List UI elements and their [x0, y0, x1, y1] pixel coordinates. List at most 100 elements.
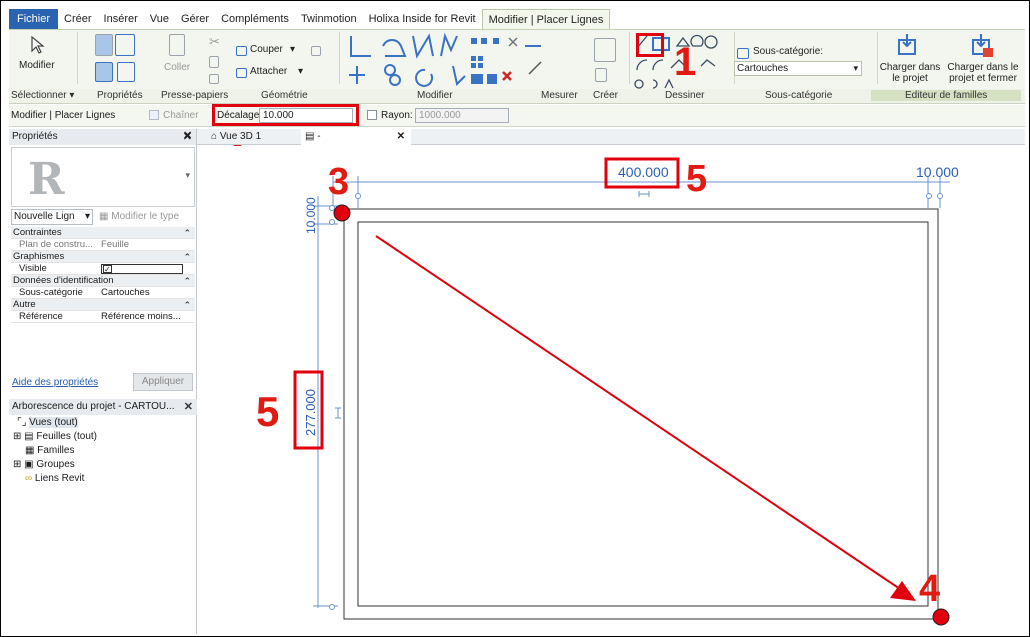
- dim-text-top-right[interactable]: 10.000: [916, 164, 959, 180]
- chevron-down-icon[interactable]: ▾: [185, 170, 190, 181]
- collapse-icon: ⌃: [183, 276, 191, 286]
- panel-geometry: Géométrie: [261, 90, 308, 101]
- tree-item-groups[interactable]: ⊞ ▣ Groupes: [13, 459, 75, 470]
- panel-properties: Propriétés: [97, 90, 143, 101]
- tab-complements[interactable]: Compléments: [215, 9, 295, 29]
- tab-vue[interactable]: Vue: [144, 9, 175, 29]
- annotation-1: 1: [674, 40, 697, 84]
- visible-field[interactable]: ✓: [101, 264, 183, 274]
- subcategory-value: Cartouches: [737, 63, 789, 74]
- load-into-project-close-button[interactable]: Charger dans le projet et fermer: [943, 32, 1023, 88]
- panel-select[interactable]: Sélectionner ▾: [11, 90, 74, 101]
- family-types-icon[interactable]: [95, 62, 113, 82]
- visible-checkbox[interactable]: ✓: [103, 265, 112, 274]
- annotation-4: 4: [919, 568, 940, 610]
- type-properties-icon[interactable]: [115, 34, 135, 56]
- reference-plane-icon[interactable]: [594, 38, 616, 62]
- groups-icon: ▣: [24, 459, 37, 470]
- load-into-project-button[interactable]: Charger dans le projet: [879, 32, 941, 88]
- dim-text-top[interactable]: 400.000: [618, 164, 669, 180]
- cursor-arrow-icon: [31, 36, 45, 54]
- subcategory-dropdown[interactable]: Cartouches ▾: [734, 61, 862, 76]
- subcategory-label-row: Sous-catégorie:: [737, 46, 857, 60]
- dim-text-left[interactable]: 277.000: [303, 389, 318, 436]
- annotation-3: 3: [328, 161, 349, 203]
- properties-title: Propriétés: [12, 131, 58, 142]
- start-point-marker: [333, 204, 351, 222]
- chevron-down-icon: ▾: [84, 211, 90, 222]
- apply-button[interactable]: Appliquer: [133, 373, 193, 391]
- panel-draw: Dessiner: [665, 90, 705, 101]
- close-icon[interactable]: ✕: [183, 129, 192, 142]
- properties-help-link[interactable]: Aide des propriétés: [12, 377, 98, 388]
- panel-modify: Modifier: [417, 90, 453, 101]
- join-button[interactable]: Attacher ▾: [236, 66, 336, 80]
- properties-panel: Propriétés ✕ R ▾ Nouvelle Lign ▾ ▦ Modifi…: [9, 129, 197, 634]
- options-bar: Modifier | Placer Lignes Chaîner Décalag…: [9, 105, 1025, 127]
- property-row: Sous-catégorie Cartouches: [11, 287, 195, 299]
- type-preview: R ▾: [11, 147, 195, 207]
- load-into-project-icon: [898, 34, 916, 55]
- section-other[interactable]: Autre ⌃: [11, 299, 195, 311]
- sheets-icon: ▤: [24, 431, 37, 442]
- tree-item-sheets[interactable]: ⊞ ▤ Feuilles (tout): [13, 431, 97, 442]
- chain-checkbox[interactable]: [149, 110, 159, 120]
- dropdown-arrow-icon: ▾: [298, 66, 304, 77]
- tab-vue-3d-1[interactable]: ⌂ Vue 3D 1: [207, 129, 297, 145]
- tab-gerer[interactable]: Gérer: [175, 9, 215, 29]
- tree-item-revit-links[interactable]: ∞ Liens Revit: [25, 473, 84, 484]
- set-workplane-icon[interactable]: [595, 68, 607, 82]
- tab-twinmotion[interactable]: Twinmotion: [295, 9, 363, 29]
- dim-text-left-top[interactable]: 10.000: [304, 197, 318, 234]
- close-icon[interactable]: ✕: [184, 399, 193, 415]
- chain-label: Chaîner: [163, 110, 199, 121]
- tab-inserer[interactable]: Insérer: [98, 9, 144, 29]
- scissors-icon[interactable]: ✂: [209, 34, 220, 50]
- panel-subcategory: Sous-catégorie: [765, 90, 833, 101]
- copy-icon[interactable]: [209, 56, 219, 68]
- uncut-icon[interactable]: [311, 46, 321, 56]
- property-row: Référence Référence moins...: [11, 311, 195, 323]
- properties-icon[interactable]: [95, 34, 113, 56]
- radius-input[interactable]: 1000.000: [415, 108, 509, 123]
- match-type-icon[interactable]: [209, 74, 219, 84]
- radius-checkbox[interactable]: [367, 110, 377, 120]
- modify-tools-icons[interactable]: [345, 32, 545, 90]
- annotation-5-left: 5: [256, 388, 279, 435]
- tree-item-views[interactable]: ⌜⌟ Vues (tout): [17, 417, 78, 428]
- properties-title-bar: Propriétés ✕: [9, 129, 196, 145]
- panel-measure: Mesurer: [541, 90, 578, 101]
- revit-logo-icon: R: [28, 154, 65, 205]
- panel-family-editor: Editeur de familles: [871, 90, 1022, 101]
- expand-icon: ⊞: [13, 459, 25, 470]
- load-and-close-icon: [972, 34, 993, 57]
- tab-modifier-placer-lignes[interactable]: Modifier | Placer Lignes: [481, 8, 611, 30]
- tab-fichier[interactable]: Fichier: [9, 9, 59, 29]
- family-category-icon[interactable]: [117, 62, 135, 82]
- section-graphics[interactable]: Graphismes ⌃: [11, 251, 195, 263]
- tab-sheet-view[interactable]: ▤ - ✕: [301, 129, 411, 145]
- modify-button[interactable]: Modifier: [11, 32, 63, 88]
- tab-holixa[interactable]: Holixa Inside for Revit: [363, 9, 482, 29]
- drawing-canvas[interactable]: 400.000 10.000 10.000 277.000 3 5 5 4: [198, 146, 1025, 634]
- end-point-marker: [932, 608, 950, 626]
- chevron-down-icon: ▾: [853, 63, 858, 73]
- close-icon[interactable]: ✕: [397, 129, 405, 145]
- ribbon-tabs: Fichier Créer Insérer Vue Gérer Compléme…: [9, 8, 611, 30]
- tree-item-families[interactable]: ▦ Familles: [25, 445, 74, 456]
- collapse-icon: ⌃: [183, 300, 191, 310]
- 3d-view-icon: ⌂: [211, 131, 220, 142]
- sheet-drawing[interactable]: 400.000 10.000 10.000 277.000 3 5 5 4: [198, 146, 1025, 634]
- rectangle-tool-highlight[interactable]: [636, 33, 664, 57]
- type-selector[interactable]: Nouvelle Lign ▾: [11, 209, 93, 225]
- edit-type-button[interactable]: ▦ Modifier le type: [99, 211, 179, 222]
- tab-creer[interactable]: Créer: [58, 9, 98, 29]
- inner-rectangle: [357, 221, 929, 607]
- paste-icon[interactable]: [169, 34, 185, 56]
- dim-lock-icon: [638, 191, 650, 197]
- section-constraints[interactable]: Contraintes ⌃: [11, 227, 195, 239]
- section-identity[interactable]: Données d'identification ⌃: [11, 275, 195, 287]
- panel-clipboard: Presse-papiers: [161, 90, 229, 101]
- revit-window: Fichier Créer Insérer Vue Gérer Compléme…: [0, 0, 1030, 637]
- link-icon: ∞: [25, 473, 35, 484]
